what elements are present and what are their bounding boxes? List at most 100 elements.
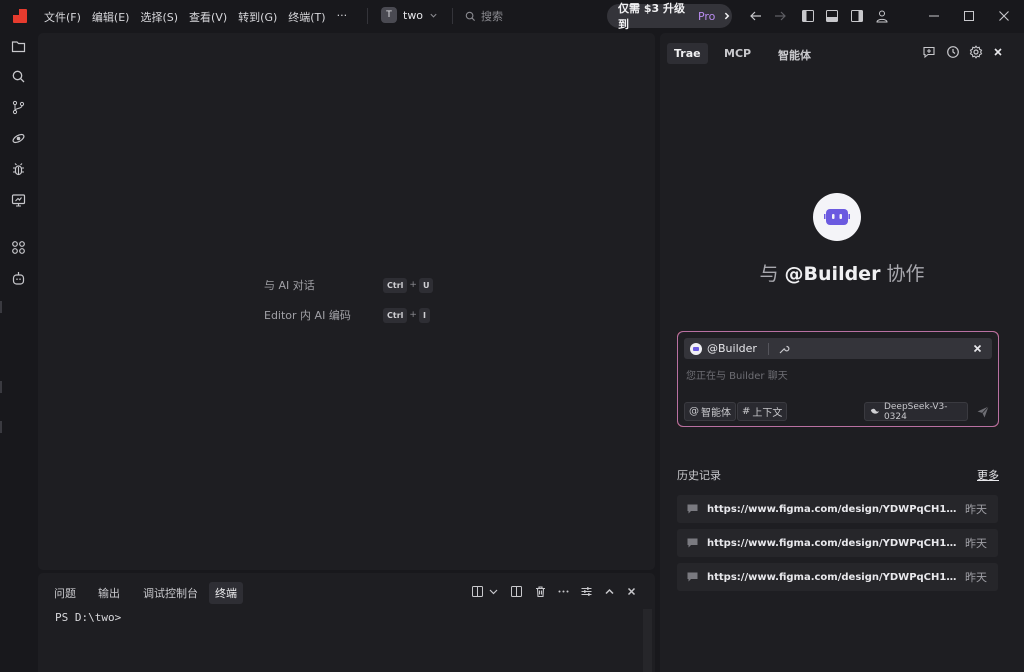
chevron-down-icon[interactable] [487, 585, 500, 598]
project-switcher[interactable]: T two [381, 7, 438, 23]
history-url: https://www.figma.com/design/YDWPqCH18Dz… [707, 537, 957, 549]
menu-go[interactable]: 转到(G) [238, 9, 277, 25]
remote-explorer-icon[interactable] [11, 131, 26, 146]
history-item[interactable]: https://www.figma.com/design/YDWPqCH18Dz… [677, 529, 998, 557]
search-icon [465, 11, 476, 21]
bot-icon [824, 209, 850, 225]
mention-agent-label: 智能体 [701, 408, 731, 419]
chevron-right-icon [725, 12, 730, 20]
debug-icon[interactable] [11, 162, 26, 177]
chevron-up-icon[interactable] [603, 585, 616, 598]
back-arrow-icon[interactable] [749, 9, 763, 23]
hint-label: 与 AI 对话 [264, 279, 315, 292]
history-time: 昨天 [965, 503, 987, 516]
terminal-scrollbar[interactable] [643, 609, 652, 672]
tab-mcp[interactable]: MCP [717, 43, 758, 64]
collab-heading: 与 @Builder 协作 [660, 259, 1024, 286]
mention-agent-button[interactable]: @ 智能体 [684, 402, 736, 421]
tab-output[interactable]: 输出 [92, 582, 126, 604]
upgrade-button[interactable]: 仅需 $3 升级到 Pro [607, 2, 732, 31]
add-context-button[interactable]: # 上下文 [737, 402, 788, 421]
menu-more[interactable]: ··· [337, 9, 348, 25]
explorer-icon[interactable] [11, 39, 26, 54]
trash-icon[interactable] [534, 585, 547, 598]
history-item[interactable]: https://www.figma.com/design/YDWPqCH18Dz… [677, 563, 998, 591]
activity-bar [0, 33, 37, 672]
menu-file[interactable]: 文件(F) [44, 9, 81, 25]
forward-arrow-icon[interactable] [773, 9, 787, 23]
send-icon[interactable] [976, 405, 990, 419]
deepseek-icon [870, 408, 880, 414]
tab-terminal[interactable]: 终端 [209, 582, 243, 604]
close-icon[interactable] [991, 45, 1005, 59]
model-selector[interactable]: DeepSeek-V3-0324 [864, 402, 968, 422]
menu-terminal[interactable]: 终端(T) [288, 9, 325, 25]
search-box[interactable]: 搜索 [465, 8, 503, 24]
chat-bubble-icon [687, 504, 698, 514]
selected-agent-name: @Builder [707, 342, 757, 355]
key-ctrl: Ctrl [383, 307, 408, 323]
preview-icon[interactable] [11, 193, 26, 208]
toggle-panel-icon[interactable] [825, 9, 839, 23]
scroll-marker [0, 381, 2, 393]
search-icon[interactable] [11, 69, 26, 84]
tab-problems[interactable]: 问题 [48, 582, 82, 604]
upgrade-text: 仅需 $3 升级到 [618, 2, 685, 31]
close-panel-icon[interactable] [625, 585, 638, 598]
new-chat-icon[interactable] [922, 45, 936, 59]
close-window-icon[interactable] [997, 9, 1011, 23]
source-control-icon[interactable] [11, 100, 26, 115]
scroll-marker [0, 421, 2, 433]
key-u: U [418, 277, 434, 293]
tab-trae[interactable]: Trae [667, 43, 708, 64]
extensions-icon[interactable] [11, 240, 26, 255]
hash-icon: # [742, 406, 751, 417]
ai-agent-icon[interactable] [11, 271, 26, 286]
maximize-icon[interactable] [962, 9, 976, 23]
menu-edit[interactable]: 编辑(E) [92, 9, 130, 25]
history-url: https://www.figma.com/design/YDWPqCH18Dz… [707, 571, 957, 583]
hint-ai-chat: 与 AI 对话 Ctrl + U [264, 277, 434, 293]
history-icon[interactable] [946, 45, 960, 59]
history-time: 昨天 [965, 537, 987, 550]
gear-icon[interactable] [969, 45, 983, 59]
terminal-prompt[interactable]: PS D:\two> [55, 611, 121, 624]
menu-view[interactable]: 查看(V) [189, 9, 227, 25]
remove-agent-icon[interactable] [972, 343, 983, 354]
key-ctrl: Ctrl [383, 277, 408, 293]
menu-selection[interactable]: 选择(S) [140, 9, 178, 25]
toggle-sidebar-icon[interactable] [801, 9, 815, 23]
builder-avatar [813, 193, 861, 241]
history-title: 历史记录 [677, 469, 721, 482]
split-terminal-icon[interactable] [471, 585, 484, 598]
history-item[interactable]: https://www.figma.com/design/YDWPqCH18Dz… [677, 495, 998, 523]
chat-input-box[interactable]: @Builder 您正在与 Builder 聊天 @ 智能体 # 上下文 Dee… [677, 331, 999, 427]
more-icon[interactable] [557, 585, 570, 598]
toggle-secondary-sidebar-icon[interactable] [850, 9, 864, 23]
key-plus: + [409, 280, 417, 290]
collab-agent: @Builder [784, 263, 881, 285]
search-placeholder: 搜索 [481, 10, 503, 23]
at-icon: @ [689, 406, 699, 417]
chat-input-placeholder[interactable]: 您正在与 Builder 聊天 [686, 367, 788, 382]
tools-icon[interactable] [778, 343, 790, 355]
account-icon[interactable] [875, 9, 889, 23]
app-logo [13, 9, 27, 23]
title-bar: 文件(F) 编辑(E) 选择(S) 查看(V) 转到(G) 终端(T) ··· … [0, 0, 1024, 33]
divider [367, 8, 368, 24]
tab-agents[interactable]: 智能体 [771, 43, 818, 67]
tab-debug-console[interactable]: 调试控制台 [137, 582, 204, 604]
more-history-link[interactable]: 更多 [977, 467, 999, 483]
divider [767, 342, 769, 355]
editor-area[interactable]: 与 AI 对话 Ctrl + U Editor 内 AI 编码 Ctrl + I [38, 33, 655, 570]
layout-icon[interactable] [510, 585, 523, 598]
settings-sliders-icon[interactable] [580, 585, 593, 598]
pro-label: Pro [697, 9, 716, 23]
divider [452, 8, 453, 24]
history-url: https://www.figma.com/design/YDWPqCH18Dz… [707, 503, 957, 515]
scroll-marker [0, 301, 2, 313]
project-name: two [403, 8, 424, 22]
chat-bubble-icon [687, 572, 698, 582]
minimize-icon[interactable] [927, 9, 941, 23]
key-i: I [418, 307, 430, 323]
